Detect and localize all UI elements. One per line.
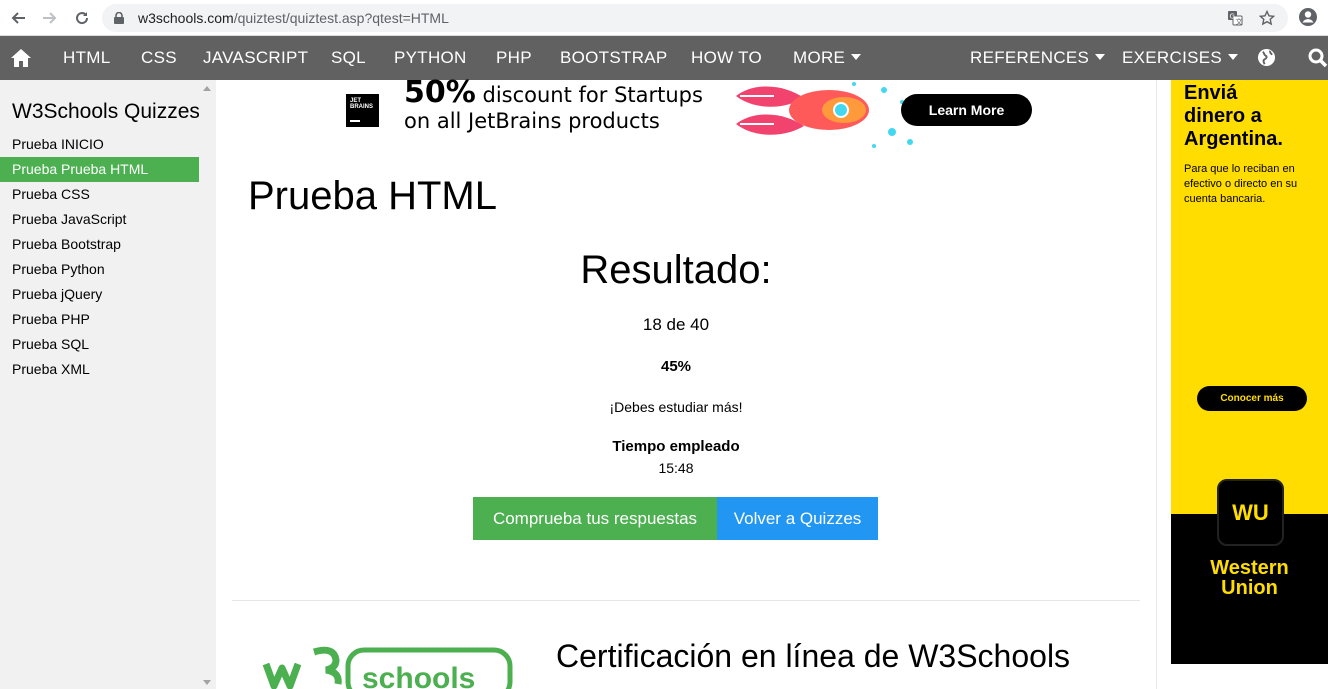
sidebar-item-inicio[interactable]: Prueba INICIO xyxy=(0,132,199,157)
search-icon[interactable] xyxy=(1308,36,1328,80)
nav-howto[interactable]: HOW TO xyxy=(691,36,762,80)
sidebar-item-bootstrap[interactable]: Prueba Bootstrap xyxy=(0,232,199,257)
sidebar-scrollbar[interactable] xyxy=(199,80,216,689)
time-label: Tiempo empleado xyxy=(612,438,740,455)
home-icon[interactable] xyxy=(10,36,32,80)
caret-down-icon xyxy=(1228,54,1239,60)
reload-icon[interactable] xyxy=(70,6,94,30)
score-text: 18 de 40 xyxy=(642,315,710,334)
nav-exercises[interactable]: EXERCISES xyxy=(1122,36,1239,80)
check-answers-button[interactable]: Comprueba tus respuestas xyxy=(473,497,717,540)
sidebar-title: W3Schools Quizzes xyxy=(12,100,200,123)
nav-css[interactable]: CSS xyxy=(141,36,177,80)
globe-icon[interactable] xyxy=(1257,36,1276,80)
ad-subtext: Para que lo reciban en efectivo o direct… xyxy=(1184,163,1298,205)
nav-javascript[interactable]: JAVASCRIPT xyxy=(203,36,308,80)
quiz-sidebar: W3Schools Quizzes Prueba INICIO Prueba P… xyxy=(0,80,216,689)
w3-logo-text: schools xyxy=(362,662,475,689)
sidebar-item-html[interactable]: Prueba Prueba HTML xyxy=(0,157,199,182)
nav-php[interactable]: PHP xyxy=(496,36,532,80)
learn-more-button[interactable]: Learn More xyxy=(901,94,1032,126)
svg-text:文: 文 xyxy=(1236,17,1243,26)
result-heading: Resultado: xyxy=(580,248,772,292)
caret-down-icon xyxy=(1095,54,1106,60)
conocer-mas-button[interactable]: Conocer más xyxy=(1197,386,1307,411)
forward-arrow-icon[interactable] xyxy=(38,6,62,30)
nav-more[interactable]: MORE xyxy=(793,36,862,80)
sidebar-item-css[interactable]: Prueba CSS xyxy=(0,182,199,207)
back-to-quizzes-button[interactable]: Volver a Quizzes xyxy=(717,497,878,540)
sidebar-item-xml[interactable]: Prueba XML xyxy=(0,357,199,382)
western-union-logo: WU xyxy=(1217,479,1284,546)
jetbrains-ad-banner[interactable]: JET BRAINS 50% discount for Startups on … xyxy=(340,75,1040,158)
sidebar-item-jquery[interactable]: Prueba jQuery xyxy=(0,282,199,307)
address-bar[interactable]: w3schools.com/quiztest/quiztest.asp?qtes… xyxy=(102,4,1288,32)
nav-python[interactable]: PYTHON xyxy=(394,36,467,80)
ad-headline: 50% discount for Startups on all JetBrai… xyxy=(404,75,703,134)
jetbrains-logo: JET BRAINS xyxy=(346,94,379,127)
western-union-name: Western Union xyxy=(1210,557,1289,599)
western-union-ad[interactable]: Enviá dinero a Argentina. Para que lo re… xyxy=(1171,80,1328,664)
page-title: Prueba HTML xyxy=(248,174,497,218)
divider xyxy=(232,600,1140,601)
back-arrow-icon[interactable] xyxy=(6,6,30,30)
translate-icon[interactable]: 文G xyxy=(1226,9,1244,27)
sidebar-item-php[interactable]: Prueba PHP xyxy=(0,307,199,332)
nav-sql[interactable]: SQL xyxy=(331,36,366,80)
profile-icon[interactable] xyxy=(1298,7,1318,27)
sidebar-item-python[interactable]: Prueba Python xyxy=(0,257,199,282)
content-border xyxy=(1156,80,1157,689)
ad-headline: Enviá dinero a Argentina. xyxy=(1184,82,1283,150)
scroll-down-icon[interactable] xyxy=(203,680,211,685)
sidebar-item-javascript[interactable]: Prueba JavaScript xyxy=(0,207,199,232)
top-navigation: HTML CSS JAVASCRIPT SQL PYTHON PHP BOOTS… xyxy=(0,36,1328,80)
percent-text: 45% xyxy=(660,358,692,375)
star-icon[interactable] xyxy=(1258,9,1276,27)
url-text: w3schools.com/quiztest/quiztest.asp?qtes… xyxy=(138,10,449,26)
caret-down-icon xyxy=(851,54,862,60)
nav-bootstrap[interactable]: BOOTSTRAP xyxy=(560,36,668,80)
lock-icon xyxy=(114,12,124,24)
time-value: 15:48 xyxy=(658,460,694,476)
nav-references[interactable]: REFERENCES xyxy=(970,36,1106,80)
w3schools-logo: schools xyxy=(262,646,513,689)
result-message: ¡Debes estudiar más! xyxy=(609,399,743,415)
scroll-up-icon[interactable] xyxy=(203,86,211,91)
certification-title: Certificación en línea de W3Schools xyxy=(556,638,1071,674)
browser-toolbar: w3schools.com/quiztest/quiztest.asp?qtes… xyxy=(0,0,1328,36)
svg-text:G: G xyxy=(1230,13,1235,21)
sidebar-item-sql[interactable]: Prueba SQL xyxy=(0,332,199,357)
nav-html[interactable]: HTML xyxy=(63,36,110,80)
